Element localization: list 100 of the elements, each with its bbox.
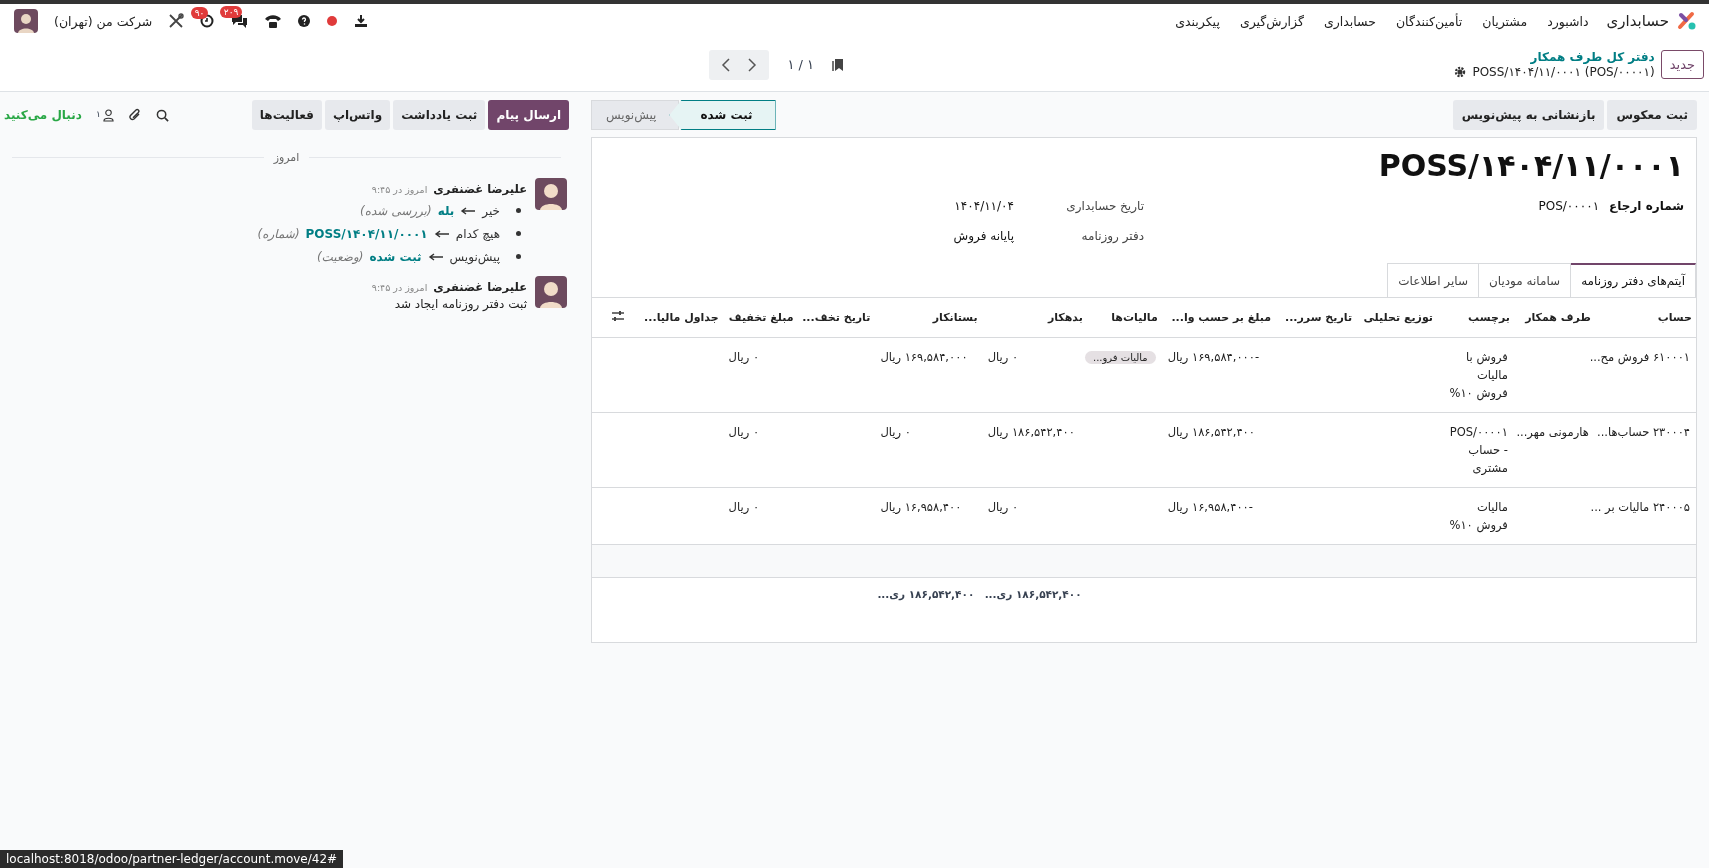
table-cell: -۱۶۹,۵۸۴,۰۰۰ ریال [1167,350,1260,364]
table-cell: ۱۸۶,۵۴۲,۴۰۰ ریال [987,425,1075,439]
field-label: دفتر روزنامه [1080,229,1144,243]
download-icon[interactable] [354,14,369,28]
message-text: ثبت دفتر روزنامه ایجاد شد [393,297,527,311]
arrow-icon [427,252,444,261]
tools-icon[interactable] [168,13,185,29]
message-time: امروز در ۹:۴۵ [371,282,428,293]
table-cell: ۶۱۰۰۰۱ فروش مح... [1589,350,1690,364]
field-value: ۱۴۰۴/۱۱/۰۴ [954,199,1014,213]
author-avatar [535,276,567,308]
company-switcher[interactable]: شرکت من (تهران) [54,13,153,29]
activity-count-badge: ۹۰ [190,7,209,19]
bookmark-icon[interactable] [832,57,844,72]
chatter-button[interactable]: واتس‌اپ [324,100,391,130]
author-name[interactable]: علیرضا غضنفری [433,280,527,294]
table-cell: ۰ ریال [728,425,760,439]
table-cell: ۰ ریال [728,350,760,364]
menu-item[interactable]: حسابداری [1323,13,1376,29]
app-title[interactable]: حسابداری [1606,12,1669,30]
breadcrumb-link[interactable]: دفتر کل طرف همکار [1454,50,1655,64]
field-label: شماره ارجاع [1609,199,1684,213]
total-value: ۱۸۶,۵۴۲,۴۰۰ ری... [877,588,975,600]
chatter-button[interactable]: فعالیت‌ها [251,100,322,130]
column-header[interactable]: برچسب [1436,298,1514,338]
table-cell: مالیات فروش ۱۰% [1449,500,1508,532]
field-value: پایانه فروش [953,229,1014,243]
link-url-tooltip: localhost:8018/odoo/partner-ledger/account.move/42# [0,850,344,868]
column-header[interactable]: توزیع تحلیلی [1356,298,1437,338]
tab[interactable]: آیتم‌های دفتر روزنامه [1570,263,1696,297]
table-cell: هارمونی مهر... [1516,425,1589,439]
field-name: (وضعیت) [316,249,364,264]
menu-item[interactable]: مشتریان [1482,13,1528,29]
phone-icon[interactable] [264,13,283,29]
date-separator: امروز [273,151,300,164]
bullet-icon [516,208,521,213]
new-value: POSS/۱۴۰۴/۱۱/۰۰۰۱ [305,226,428,241]
search-icon[interactable] [155,108,169,122]
menu-item[interactable]: داشبورد [1547,13,1589,29]
table-cell: ۱۶,۹۵۸,۴۰۰ ریال [880,500,962,514]
menu-item[interactable]: گزارش‌گیری [1239,13,1304,29]
author-name[interactable]: علیرضا غضنفری [433,182,527,196]
table-cell: ۲۴۰۰۰۵ مالیات بر ... [1590,500,1690,514]
help-icon[interactable] [298,15,311,27]
table-cell: ۱۶۹,۵۸۴,۰۰۰ ریال [880,350,968,364]
chatter-button[interactable]: ثبت یادداشت [393,100,486,130]
table-cell: ۰ ریال [987,350,1019,364]
column-header[interactable]: تاریخ تخف... [797,298,875,338]
author-avatar [535,178,567,210]
person-icon[interactable] [102,108,114,122]
column-header[interactable]: بدهکار [981,298,1087,338]
record-dot-icon[interactable] [326,15,339,27]
message-count-badge: ۲۰۹ [219,6,243,18]
gear-icon[interactable] [1454,66,1467,78]
column-header[interactable]: بستانکار [874,298,982,338]
table-cell: ۰ ریال [728,500,760,514]
column-header[interactable]: مبلغ تخفیف [722,298,798,338]
field-name: (بررسی شده) [360,203,432,218]
column-header[interactable]: تاریخ سرر... [1275,298,1356,338]
column-header[interactable]: طرف همکار [1513,298,1595,338]
field-value: POS/۰۰۰۰۱ [1538,199,1600,213]
table-cell: فروش با مالیات فروش ۱۰% [1449,350,1508,400]
user-avatar[interactable] [14,9,38,33]
table-cell: ۱۸۶,۵۴۲,۴۰۰ ریال [1167,425,1255,439]
column-header[interactable]: مبلغ بر حسب وا... [1161,298,1276,338]
chatter-button[interactable]: ارسال پیام [488,100,569,130]
field-label: تاریخ حسابداری [1065,199,1144,213]
total-value: ۱۸۶,۵۴۲,۴۰۰ ری... [984,588,1082,600]
table-cell: ۲۳۰۰۰۴ حساب‌ها... [1597,425,1690,439]
table-cell: -۱۶,۹۵۸,۴۰۰ ریال [1167,500,1253,514]
tab[interactable]: سایر اطلاعات [1387,263,1479,297]
new-value: بله [437,203,455,218]
status-step[interactable]: پیش‌نویس [591,100,680,130]
clock-icon[interactable] [200,14,215,28]
column-settings-icon[interactable] [610,310,625,322]
paperclip-icon[interactable] [127,108,142,122]
field-name: (شماره) [257,226,300,241]
menu-item[interactable]: تأمین‌کنندگان [1395,13,1463,29]
new-value: ثبت شده [369,249,422,264]
action-button[interactable]: ثبت معکوس [1607,100,1697,130]
table-cell: ۰ ریال [987,500,1019,514]
message-time: امروز در ۹:۴۵ [371,184,428,195]
chevron-left-icon [721,57,732,72]
app-logo-icon[interactable] [1677,11,1697,31]
arrow-icon [460,206,477,215]
column-header[interactable]: مالیات‌ها [1086,298,1162,338]
action-button[interactable]: بازنشانی به پیش‌نویس [1452,100,1605,130]
status-step[interactable]: ثبت شده [669,100,776,130]
column-header[interactable]: حساب [1594,298,1696,338]
menu-item[interactable]: پیکربندی [1175,13,1220,29]
new-button[interactable]: جدید [1660,50,1704,79]
column-header[interactable]: جداول مالیا... [628,298,723,338]
arrow-icon [433,229,450,238]
bullet-icon [516,231,521,236]
pager-value: ۱ / ۱ [787,57,814,72]
chevron-right-icon [747,57,758,72]
old-value: هیچ کدام [455,226,500,241]
bullet-icon [516,254,521,259]
table-cell: ۰ ریال [880,425,911,439]
old-value: خیر [482,203,500,218]
